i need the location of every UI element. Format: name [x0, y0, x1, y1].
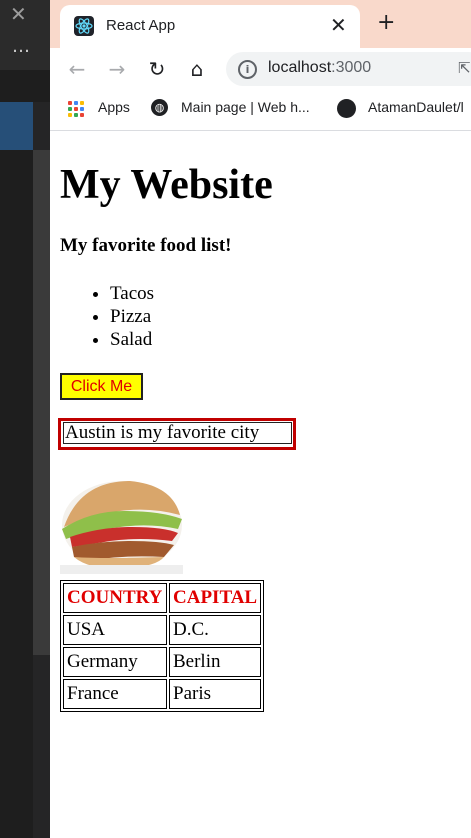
close-icon[interactable]: ✕	[10, 2, 27, 26]
tab-close-icon[interactable]: ✕	[330, 13, 347, 37]
table-header-country: COUNTRY	[63, 583, 167, 613]
page-content: My Website My favorite food list! Tacos …	[50, 131, 471, 838]
info-icon[interactable]: i	[238, 60, 257, 79]
table-cell-capital: Paris	[169, 679, 262, 709]
browser-toolbar: ← → ↻ ⌂ i localhost:3000 ⇱	[50, 48, 471, 90]
more-icon[interactable]: …	[12, 36, 31, 57]
url-text[interactable]: localhost:3000	[268, 59, 371, 77]
table-row: USA D.C.	[63, 615, 262, 645]
table-row: Germany Berlin	[63, 647, 262, 677]
table-cell-capital: Berlin	[169, 647, 262, 677]
table-cell-country: USA	[63, 615, 167, 645]
bookmark-label: AtamanDaulet/l	[368, 99, 464, 115]
click-me-button[interactable]: Click Me	[60, 373, 143, 400]
table-header-row: COUNTRY CAPITAL	[63, 583, 262, 613]
back-button[interactable]: ←	[64, 56, 90, 82]
bookmark-label: Main page | Web h...	[181, 99, 310, 115]
editor-titlebar: ✕ …	[0, 0, 50, 70]
tab-title: React App	[106, 17, 176, 34]
list-item: Pizza	[110, 305, 154, 328]
bookmarks-bar: Apps ◍ Main page | Web h... AtamanDaulet…	[50, 90, 471, 131]
tab-strip: React App ✕ +	[50, 0, 471, 48]
food-list-heading: My favorite food list!	[60, 235, 232, 256]
bookmark-label: Apps	[98, 99, 130, 115]
address-bar[interactable]: i localhost:3000 ⇱	[226, 52, 471, 86]
forward-button[interactable]: →	[104, 56, 130, 82]
new-tab-button[interactable]: +	[377, 12, 395, 34]
github-icon	[337, 99, 356, 118]
url-host: localhost	[268, 59, 332, 76]
browser-window: React App ✕ + ← → ↻ ⌂ i localhost:3000 ⇱…	[50, 0, 471, 838]
react-icon	[74, 16, 94, 36]
globe-icon: ◍	[151, 99, 168, 116]
url-port: :3000	[331, 59, 372, 76]
editor-scrollbar-thumb[interactable]	[33, 150, 50, 655]
table-cell-country: Germany	[63, 647, 167, 677]
table-header-capital: CAPITAL	[169, 583, 262, 613]
page-title: My Website	[60, 162, 273, 208]
table-cell-capital: D.C.	[169, 615, 262, 645]
food-image	[60, 467, 183, 574]
food-list: Tacos Pizza Salad	[60, 282, 154, 351]
city-box: Austin is my favorite city	[58, 418, 296, 450]
list-item: Salad	[110, 328, 154, 351]
city-text: Austin is my favorite city	[63, 422, 292, 444]
share-icon[interactable]: ⇱	[458, 59, 471, 77]
country-table: COUNTRY CAPITAL USA D.C. Germany Berlin …	[60, 580, 265, 712]
editor-side-panel: ✕ …	[0, 0, 50, 838]
list-item: Tacos	[110, 282, 154, 305]
table-cell-country: France	[63, 679, 167, 709]
tab-react-app[interactable]: React App ✕	[60, 5, 360, 48]
apps-grid-icon	[68, 101, 84, 117]
home-button[interactable]: ⌂	[184, 56, 210, 82]
table-row: France Paris	[63, 679, 262, 709]
reload-button[interactable]: ↻	[144, 56, 170, 82]
